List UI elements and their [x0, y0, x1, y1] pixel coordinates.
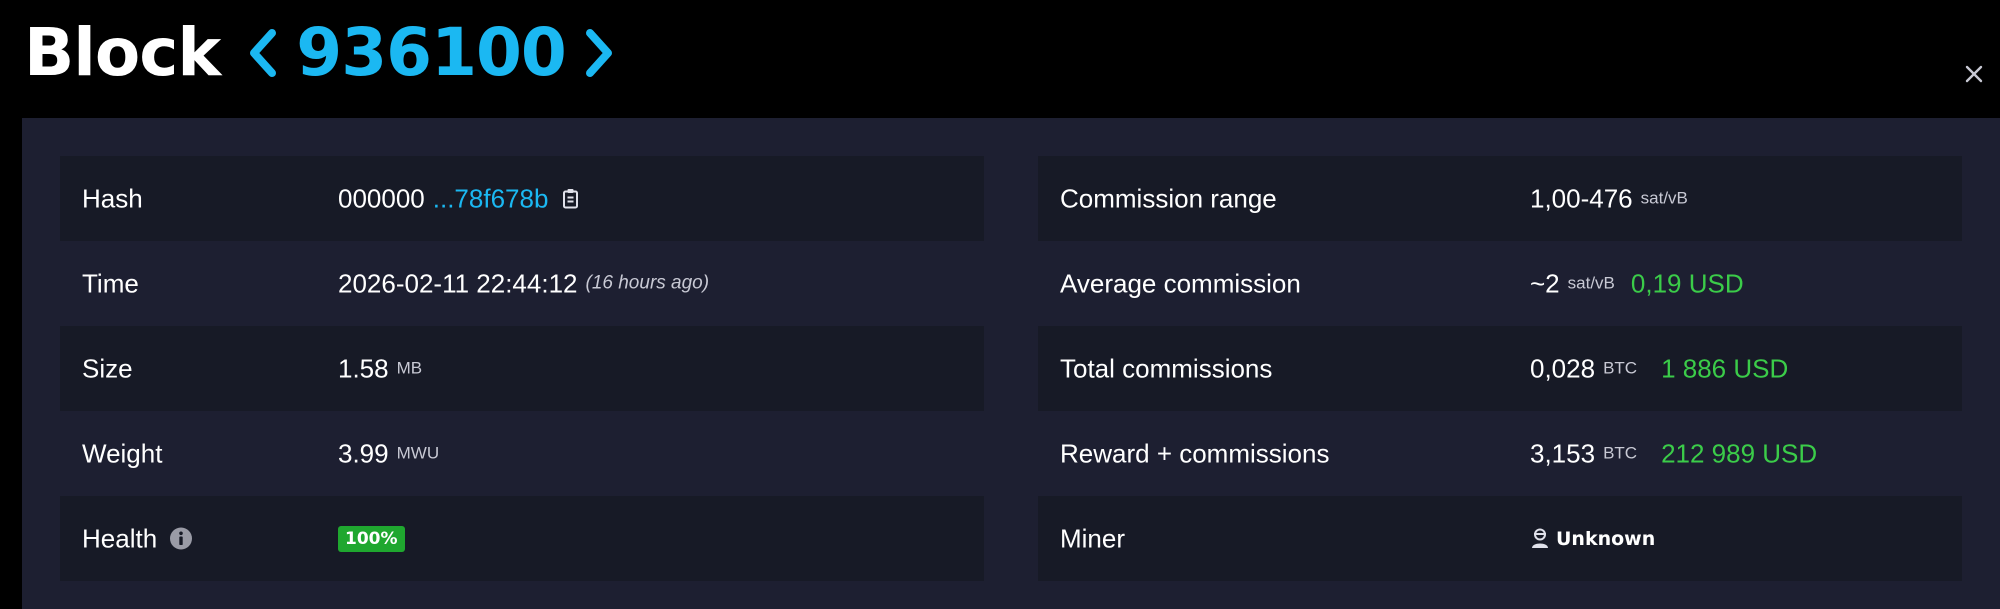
reward-commissions-usd: 212 989 USD	[1661, 438, 1818, 468]
total-commissions-usd: 1 886 USD	[1661, 353, 1789, 383]
chevron-left-icon[interactable]	[246, 27, 278, 79]
size-value: 1.58 MB	[338, 353, 422, 384]
table-row-hash: Hash 000000 ...78f678b	[60, 156, 984, 241]
size-number: 1.58	[338, 353, 389, 383]
hash-value: 000000 ...78f678b	[338, 183, 582, 214]
average-commission-unit: sat/vB	[1567, 273, 1615, 293]
timestamp: 2026-02-11 22:44:12	[338, 268, 578, 298]
miner-value: Unknown	[1530, 528, 1655, 550]
size-label: Size	[82, 353, 133, 383]
page-header: Block 936100	[0, 0, 2000, 120]
average-commission-usd: 0,19 USD	[1630, 268, 1744, 298]
block-details-panel: Hash 000000 ...78f678b Time 2026-02-11 2…	[22, 118, 2000, 609]
commission-range-label: Commission range	[1060, 183, 1277, 213]
hash-prefix: 000000	[338, 183, 425, 213]
time-label: Time	[82, 268, 139, 298]
weight-label: Weight	[82, 438, 163, 468]
weight-value: 3.99 MWU	[338, 438, 439, 469]
total-commissions-value: 0,028 BTC 1 886 USD	[1530, 353, 1788, 384]
reward-commissions-value: 3,153 BTC 212 989 USD	[1530, 438, 1817, 469]
time-value: 2026-02-11 22:44:12 (16 hours ago)	[338, 268, 709, 299]
health-label-wrap: Health	[82, 523, 193, 554]
user-icon	[1532, 528, 1548, 548]
close-icon[interactable]	[1954, 54, 1994, 94]
hash-link[interactable]: ...78f678b	[433, 183, 549, 214]
total-commissions-number: 0,028	[1530, 353, 1596, 383]
table-row-time: Time 2026-02-11 22:44:12 (16 hours ago)	[60, 241, 984, 326]
average-commission-value: ~2 sat/vB 0,19 USD	[1530, 268, 1744, 299]
average-commission-label: Average commission	[1060, 268, 1301, 298]
size-unit: MB	[396, 358, 423, 378]
reward-commissions-number: 3,153	[1530, 438, 1596, 468]
commission-range-unit: sat/vB	[1640, 188, 1688, 208]
hash-label: Hash	[82, 183, 143, 213]
commission-range-value: 1,00-476 sat/vB	[1530, 183, 1688, 214]
copy-icon[interactable]	[560, 187, 582, 211]
total-commissions-unit: BTC	[1603, 358, 1638, 378]
average-commission-number: ~2	[1530, 268, 1560, 298]
health-label: Health	[82, 523, 158, 553]
health-value: 100%	[338, 525, 405, 552]
fee-info-table: Commission range 1,00-476 sat/vB Average…	[1038, 156, 1962, 581]
table-row-weight: Weight 3.99 MWU	[60, 411, 984, 496]
table-row-miner: Miner Unknown	[1038, 496, 1962, 581]
table-row-average-commission: Average commission ~2 sat/vB 0,19 USD	[1038, 241, 1962, 326]
title-word: Block	[24, 14, 221, 91]
relative-time: (16 hours ago)	[585, 272, 710, 294]
total-commissions-label: Total commissions	[1060, 353, 1273, 383]
miner-label: Miner	[1060, 523, 1126, 553]
table-row-commission-range: Commission range 1,00-476 sat/vB	[1038, 156, 1962, 241]
health-badge: 100%	[338, 525, 405, 552]
commission-range-number: 1,00-476	[1530, 183, 1633, 213]
table-row-size: Size 1.58 MB	[60, 326, 984, 411]
weight-unit: MWU	[396, 443, 440, 463]
table-row-reward-commissions: Reward + commissions 3,153 BTC 212 989 U…	[1038, 411, 1962, 496]
weight-number: 3.99	[338, 438, 389, 468]
reward-commissions-unit: BTC	[1603, 443, 1638, 463]
table-row-health: Health 100%	[60, 496, 984, 581]
table-row-total-commissions: Total commissions 0,028 BTC 1 886 USD	[1038, 326, 1962, 411]
page-title: Block 936100	[24, 14, 616, 91]
info-icon[interactable]	[169, 527, 193, 551]
block-info-table: Hash 000000 ...78f678b Time 2026-02-11 2…	[60, 156, 984, 581]
miner-name: Unknown	[1556, 527, 1656, 550]
block-height: 936100	[296, 14, 567, 91]
reward-commissions-label: Reward + commissions	[1060, 438, 1330, 468]
chevron-right-icon[interactable]	[584, 27, 616, 79]
